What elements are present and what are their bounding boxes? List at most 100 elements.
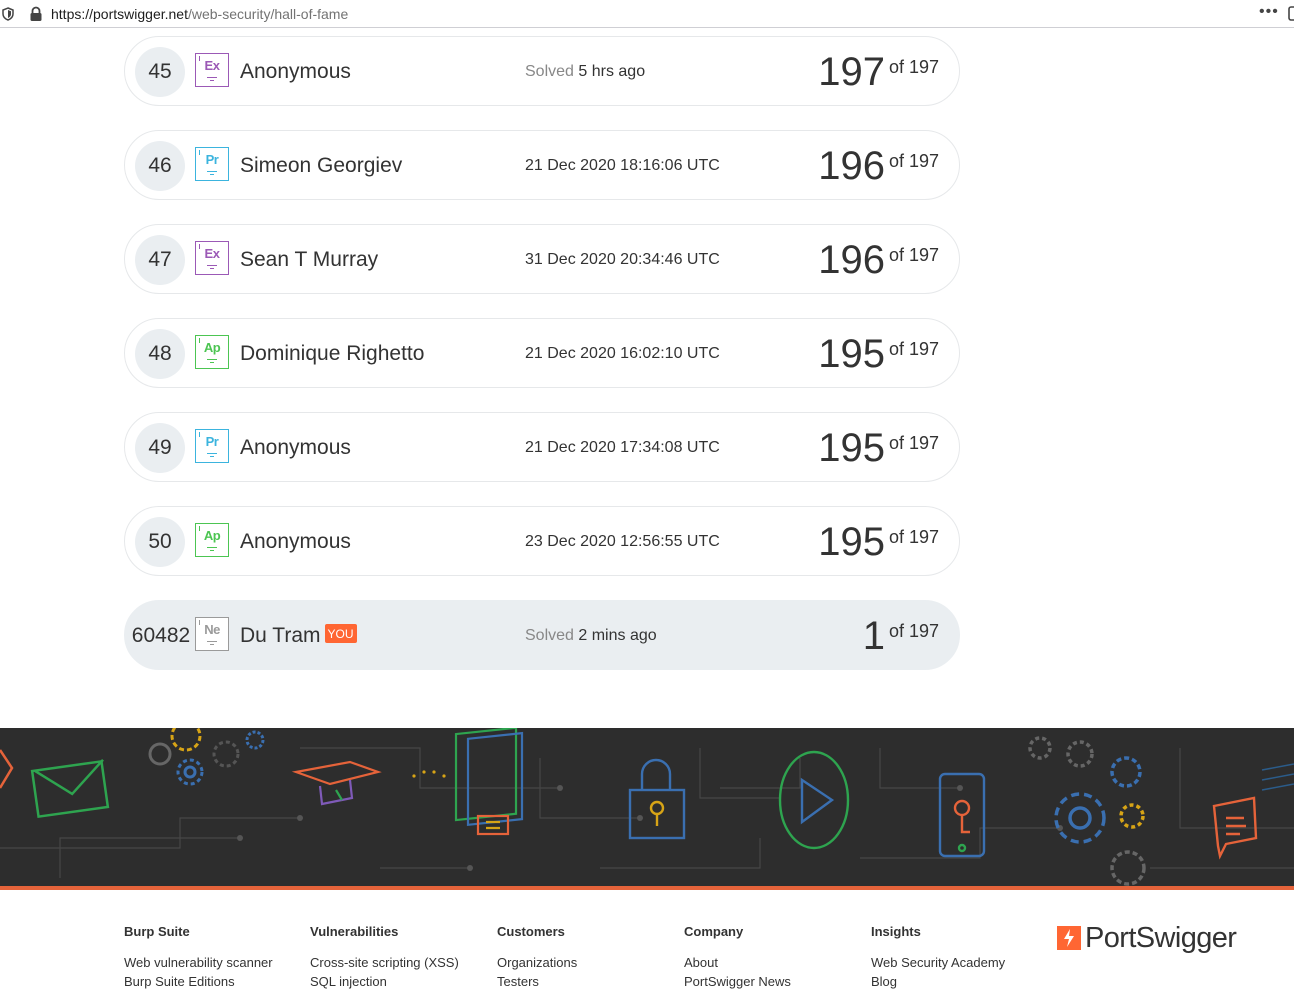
leaderboard-row: 49 Pr Anonymous 21 Dec 2020 17:34:08 UTC… <box>124 412 960 482</box>
leaderboard-row: 48 Ap Dominique Righetto 21 Dec 2020 16:… <box>124 318 960 388</box>
reader-view-icon[interactable] <box>1285 6 1294 22</box>
footer-link[interactable]: Blog <box>871 974 1005 989</box>
solved-time: Solved 2 mins ago <box>525 627 657 645</box>
score-total: of 197 <box>888 527 939 547</box>
brand-name: PortSwigger <box>1085 922 1237 954</box>
level-badge-icon: Pr <box>195 147 229 181</box>
leaderboard-row: 47 Ex Sean T Murray 31 Dec 2020 20:34:46… <box>124 224 960 294</box>
solved-time-value: 5 hrs ago <box>578 63 646 80</box>
score-value: 195 <box>818 520 885 564</box>
you-badge: YOU <box>324 624 357 643</box>
solved-time: 31 Dec 2020 20:34:46 UTC <box>525 251 720 269</box>
user-name: Anonymous <box>240 530 351 553</box>
user-name: Anonymous <box>240 436 351 459</box>
browser-url-bar: https://portswigger.net/web-security/hal… <box>0 0 1294 28</box>
score-value: 195 <box>818 426 885 470</box>
solved-time-value: 21 Dec 2020 16:02:10 UTC <box>525 345 720 362</box>
footer-link[interactable]: Web Security Academy <box>871 955 1005 970</box>
solved-time: 21 Dec 2020 17:34:08 UTC <box>525 439 720 457</box>
my-leaderboard-row: 60482 Ne Du Tram YOU Solved 2 mins ago 1o… <box>124 600 960 670</box>
footer-column-burp-suite: Burp Suite Web vulnerability scanner Bur… <box>124 924 273 989</box>
user-name: Anonymous <box>240 60 351 83</box>
rank-number: 50 <box>135 517 185 567</box>
footer-heading: Vulnerabilities <box>310 924 399 939</box>
score-total: of 197 <box>888 621 939 641</box>
footer-column-customers: Customers Organizations Testers <box>497 924 577 989</box>
lock-icon[interactable] <box>29 6 43 22</box>
footer-link[interactable]: Organizations <box>497 955 577 970</box>
footer-column-company: Company About PortSwigger News <box>684 924 791 989</box>
rank-number: 45 <box>135 47 185 97</box>
footer-link[interactable]: SQL injection <box>310 974 459 989</box>
score: 196 of 197 <box>818 238 939 283</box>
rank-number: 48 <box>135 329 185 379</box>
footer-link[interactable]: About <box>684 955 791 970</box>
leaderboard-row: 50 Ap Anonymous 23 Dec 2020 12:56:55 UTC… <box>124 506 960 576</box>
tracking-shield-icon[interactable] <box>2 7 14 21</box>
score-total: of 197 <box>888 151 939 171</box>
url-path: /web-security/hall-of-fame <box>187 6 349 22</box>
score: 196 of 197 <box>818 144 939 189</box>
footer-column-insights: Insights Web Security Academy Blog <box>871 924 1005 989</box>
user-name: Sean T Murray <box>240 248 379 271</box>
footer-link[interactable]: Testers <box>497 974 577 989</box>
url-host: https://portswigger.net <box>51 6 188 22</box>
footer-column-vulnerabilities: Vulnerabilities Cross-site scripting (XS… <box>310 924 459 989</box>
level-badge-icon: Ap <box>195 335 229 369</box>
url-text[interactable]: https://portswigger.net/web-security/hal… <box>51 6 348 22</box>
score: 195 of 197 <box>818 332 939 377</box>
rank-number: 49 <box>135 423 185 473</box>
solved-time: 21 Dec 2020 18:16:06 UTC <box>525 157 720 175</box>
solved-label: Solved <box>525 627 574 644</box>
score-value: 196 <box>818 238 885 282</box>
solved-label: Solved <box>525 63 574 80</box>
footer-illustration-banner <box>0 728 1294 887</box>
score: 197 of 197 <box>818 50 939 95</box>
score-total: of 197 <box>888 433 939 453</box>
footer-heading: Customers <box>497 924 565 939</box>
solved-time-value: 21 Dec 2020 18:16:06 UTC <box>525 157 720 174</box>
solved-time-value: 2 mins ago <box>578 627 657 644</box>
footer-heading: Insights <box>871 924 921 939</box>
score-total: of 197 <box>888 245 939 265</box>
score-value: 195 <box>818 332 885 376</box>
level-badge-icon: Ne <box>195 617 229 651</box>
user-name: Dominique Righetto <box>240 342 425 365</box>
footer-link[interactable]: PortSwigger News <box>684 974 791 989</box>
score-value: 196 <box>818 144 885 188</box>
site-footer: Burp Suite Web vulnerability scanner Bur… <box>0 890 1294 989</box>
score-value: 197 <box>818 50 885 94</box>
score-value: 1 <box>862 614 885 658</box>
score: 195 of 197 <box>818 426 939 471</box>
score: 1 of 197 <box>863 614 939 659</box>
solved-time-value: 21 Dec 2020 17:34:08 UTC <box>525 439 720 456</box>
user-name: Simeon Georgiev <box>240 154 403 177</box>
solved-time: 23 Dec 2020 12:56:55 UTC <box>525 533 720 551</box>
solved-time: Solved 5 hrs ago <box>525 63 645 81</box>
leaderboard-row: 46 Pr Simeon Georgiev 21 Dec 2020 18:16:… <box>124 130 960 200</box>
my-name-text: Du Tram <box>240 624 321 647</box>
leaderboard-row: 45 Ex Anonymous Solved 5 hrs ago 197 of 1… <box>124 36 960 106</box>
solved-time-value: 23 Dec 2020 12:56:55 UTC <box>525 533 720 550</box>
score: 195 of 197 <box>818 520 939 565</box>
my-user-name: Du Tram YOU <box>240 624 357 648</box>
rank-number: 46 <box>135 141 185 191</box>
score-total: of 197 <box>888 339 939 359</box>
solved-time: 21 Dec 2020 16:02:10 UTC <box>525 345 720 363</box>
my-rank-number: 60482 <box>131 624 191 647</box>
score-total: of 197 <box>888 57 939 77</box>
footer-link[interactable]: Web vulnerability scanner <box>124 955 273 970</box>
portswigger-logo-icon <box>1057 926 1081 950</box>
footer-heading: Company <box>684 924 744 939</box>
circuit-illustration <box>0 728 1294 886</box>
level-badge-icon: Ex <box>195 241 229 275</box>
level-badge-icon: Ap <box>195 523 229 557</box>
footer-heading: Burp Suite <box>124 924 190 939</box>
footer-link[interactable]: Cross-site scripting (XSS) <box>310 955 459 970</box>
level-badge-icon: Pr <box>195 429 229 463</box>
page-actions-icon[interactable]: ••• <box>1259 3 1279 21</box>
footer-link[interactable]: Burp Suite Editions <box>124 974 273 989</box>
level-badge-icon: Ex <box>195 53 229 87</box>
solved-time-value: 31 Dec 2020 20:34:46 UTC <box>525 251 720 268</box>
rank-number: 47 <box>135 235 185 285</box>
